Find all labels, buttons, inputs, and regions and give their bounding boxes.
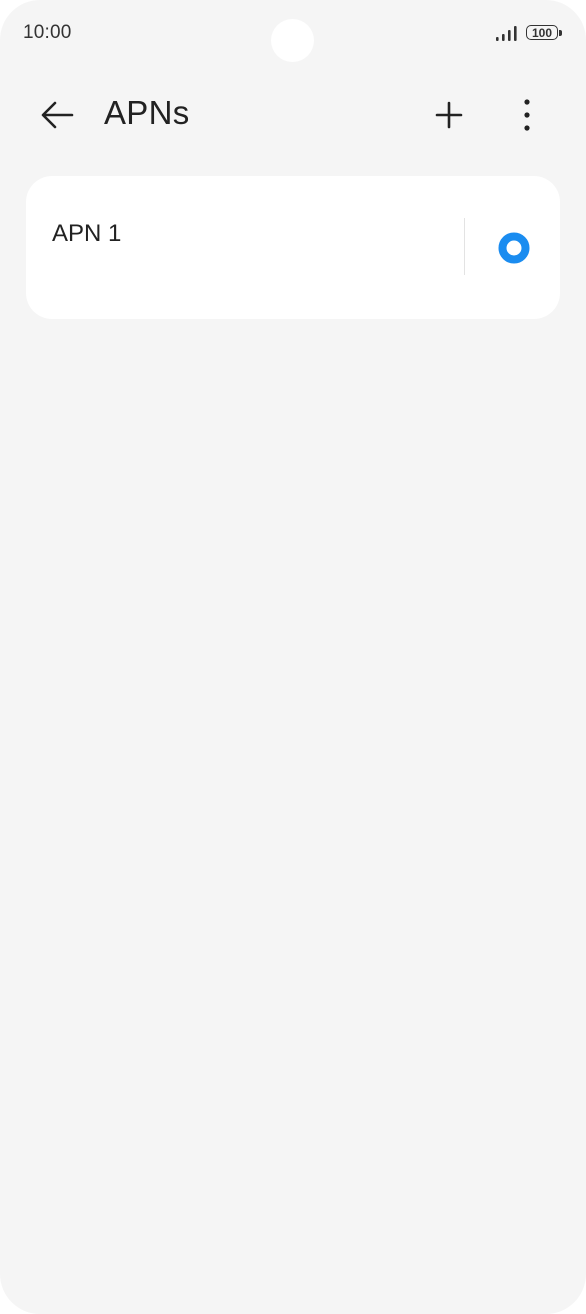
app-header: APNs [0,80,586,150]
battery-icon: 100 [526,24,564,42]
back-arrow-icon [41,101,74,129]
camera-cutout [271,19,314,62]
apn-radio-selected[interactable] [498,232,530,264]
plus-icon [435,101,463,129]
more-vertical-icon [524,99,530,131]
list-item-apn-1[interactable]: APN 1 [26,176,464,319]
radio-selected-icon [498,232,530,264]
apn-list-card: APN 1 [26,176,560,319]
battery-level: 100 [526,25,558,40]
status-time: 10:00 [23,22,72,43]
signal-icon [496,26,517,41]
phone-screen: 10:00 100 APNs APN 1 [0,0,586,1314]
battery-tip [559,30,562,36]
apn-name: APN 1 [52,220,122,247]
divider [464,218,465,275]
more-options-button[interactable] [505,93,549,137]
status-bar: 10:00 100 [0,0,586,66]
add-apn-button[interactable] [427,93,471,137]
back-button[interactable] [36,95,80,135]
page-title: APNs [104,94,190,131]
